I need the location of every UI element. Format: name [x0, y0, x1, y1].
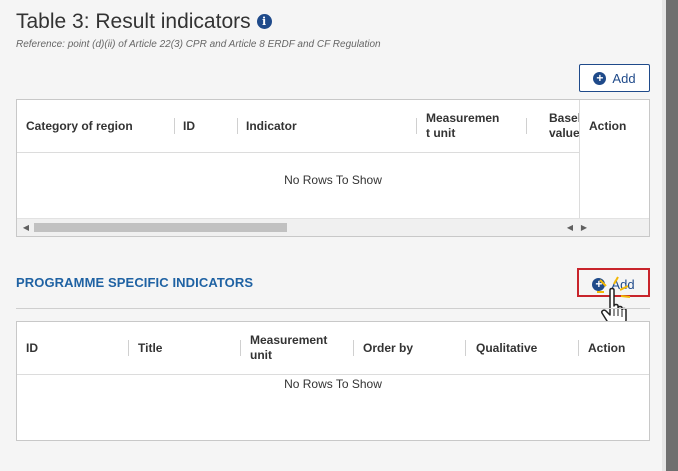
- empty-message: No Rows To Show: [284, 377, 382, 391]
- page-scrollbar-track: [662, 0, 666, 471]
- column-separator: [465, 340, 466, 356]
- empty-message: No Rows To Show: [284, 173, 382, 187]
- section-divider: [16, 308, 650, 309]
- column-header-indicator[interactable]: Indicator: [237, 100, 417, 152]
- column-header-action: Action: [589, 118, 627, 133]
- arrow-right-icon[interactable]: ▶: [577, 219, 591, 236]
- column-header-measurement-unit[interactable]: Measuremen t unit: [417, 100, 527, 152]
- reference-text: Reference: point (d)(ii) of Article 22(3…: [16, 39, 381, 50]
- column-header-id[interactable]: ID: [174, 100, 236, 152]
- page-title: Table 3: Result indicators i: [16, 10, 272, 34]
- arrow-left-icon[interactable]: ◀: [563, 219, 577, 236]
- page-title-text: Table 3: Result indicators: [16, 10, 251, 33]
- action-column: Action: [579, 322, 649, 374]
- section-title: PROGRAMME SPECIFIC INDICATORS: [16, 275, 254, 290]
- column-header-category[interactable]: Category of region: [17, 100, 177, 152]
- result-indicators-table: Category of region ID Indicator Measurem…: [16, 99, 650, 237]
- column-header-title[interactable]: Title: [129, 322, 241, 374]
- column-separator: [526, 118, 527, 134]
- column-header-order-by[interactable]: Order by: [354, 322, 466, 374]
- add-result-indicator-button[interactable]: + Add: [579, 64, 650, 92]
- programme-specific-table: ID Title Measurement unit Order by Quali…: [16, 321, 650, 441]
- column-header-qualitative[interactable]: Qualitative: [467, 322, 579, 374]
- column-header-action: Action: [588, 340, 626, 355]
- arrow-left-icon[interactable]: ◀: [19, 219, 33, 236]
- table-header: ID Title Measurement unit Order by Quali…: [17, 322, 649, 375]
- horizontal-scrollbar[interactable]: ◀ ◀ ▶: [17, 218, 649, 236]
- add-button-label: Add: [612, 70, 636, 86]
- table-header: Category of region ID Indicator Measurem…: [17, 100, 649, 153]
- column-header-measurement-unit[interactable]: Measurement unit: [241, 322, 353, 374]
- scrollbar-thumb[interactable]: [34, 223, 287, 232]
- action-column: Action: [579, 100, 649, 219]
- info-icon[interactable]: i: [256, 14, 272, 29]
- plus-circle-icon: +: [593, 71, 607, 85]
- column-header-id[interactable]: ID: [17, 322, 129, 374]
